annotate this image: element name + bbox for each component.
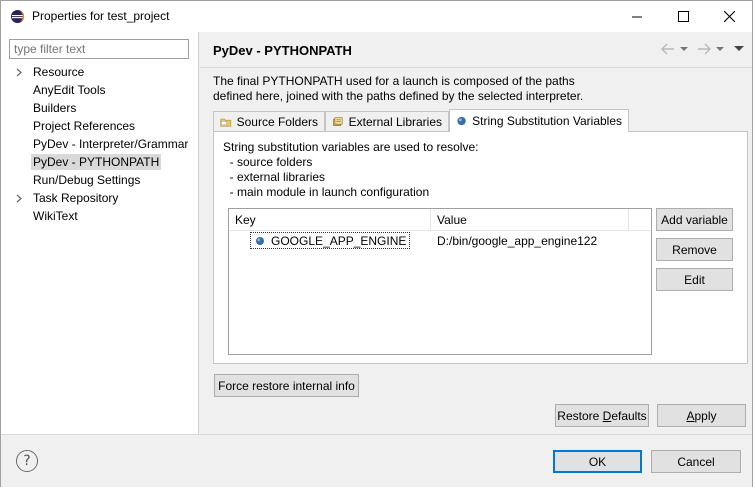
force-restore-button[interactable]: Force restore internal info [214, 374, 359, 397]
page-description: The final PYTHONPATH used for a launch i… [213, 74, 743, 104]
properties-dialog: Properties for test_project Resource Any… [0, 0, 753, 487]
page-header: PyDev - PYTHONPATH [200, 32, 752, 68]
variable-key: GOOGLE_APP_ENGINE [271, 233, 407, 248]
help-icon[interactable]: ? [16, 450, 38, 472]
panel-text-line: - source folders [223, 155, 313, 169]
close-icon [723, 11, 735, 22]
button-label-part: pply [694, 408, 717, 423]
button-label-part: efaults [611, 408, 647, 423]
tree-item-label: Run/Debug Settings [33, 173, 141, 187]
tree-item-anyedit-tools[interactable]: AnyEdit Tools [1, 81, 198, 99]
tab-source-folders[interactable]: Source Folders [213, 111, 325, 132]
variable-icon [256, 236, 264, 245]
library-icon [333, 117, 343, 126]
filter-input[interactable] [9, 39, 189, 59]
tab-label: Source Folders [236, 115, 318, 129]
tree-item-project-references[interactable]: Project References [1, 117, 198, 135]
panel-text-line: - external libraries [223, 170, 326, 184]
panel-text-line: - main module in launch configuration [223, 185, 430, 199]
forward-arrow-icon[interactable] [696, 42, 712, 56]
cancel-button[interactable]: Cancel [651, 450, 741, 473]
title-bar: Properties for test_project [1, 1, 752, 32]
panel-text-line: String substitution variables are used t… [223, 140, 479, 154]
window-title: Properties for test_project [32, 9, 170, 23]
tree-item-label: AnyEdit Tools [33, 83, 106, 97]
panel-description: String substitution variables are used t… [223, 140, 478, 200]
tab-panel-string-substitution: String substitution variables are used t… [213, 131, 748, 364]
tree-item-label: Builders [33, 101, 77, 115]
ok-button[interactable]: OK [553, 450, 642, 473]
view-menu-icon[interactable] [734, 46, 744, 52]
tree-item-label: Project References [33, 119, 136, 133]
mnemonic-letter: D [602, 408, 612, 423]
navigation-pane: Resource AnyEdit Tools Builders Project … [1, 32, 199, 434]
table-cell-key[interactable]: GOOGLE_APP_ENGINE [250, 232, 411, 249]
back-dropdown-icon[interactable] [680, 46, 688, 52]
maximize-icon [677, 11, 689, 22]
tree-item-task-repository[interactable]: Task Repository [1, 189, 198, 207]
eclipse-icon [10, 9, 25, 24]
forward-dropdown-icon[interactable] [716, 46, 724, 52]
tree-item-label: Resource [33, 65, 85, 79]
dialog-button-bar: ? OK Cancel [1, 434, 752, 487]
tree-item-label: PyDev - PYTHONPATH [31, 154, 162, 170]
table-row[interactable]: GOOGLE_APP_ENGINE D:/bin/google_app_engi… [229, 231, 651, 251]
tree-item-pydev-interpreter-grammar[interactable]: PyDev - Interpreter/Grammar [1, 135, 198, 153]
mnemonic-letter: A [686, 408, 695, 423]
variable-icon [457, 116, 466, 126]
description-line: defined here, joined with the paths defi… [213, 89, 584, 103]
variables-table[interactable]: Key Value GOOGLE_APP_ENGINE D:/bin/googl… [228, 208, 652, 355]
tree-item-label: PyDev - Interpreter/Grammar [33, 137, 189, 151]
back-arrow-icon[interactable] [660, 42, 676, 56]
apply-button[interactable]: Apply [657, 404, 746, 427]
remove-button[interactable]: Remove [656, 238, 733, 261]
source-folder-icon [220, 118, 232, 127]
restore-defaults-button[interactable]: Restore Defaults [555, 404, 649, 427]
maximize-button[interactable] [660, 1, 706, 32]
add-variable-button[interactable]: Add variable [656, 208, 733, 231]
tab-label: External Libraries [348, 115, 442, 129]
column-header-key[interactable]: Key [229, 209, 431, 231]
minimize-button[interactable] [614, 1, 660, 32]
tree-item-run-debug-settings[interactable]: Run/Debug Settings [1, 171, 198, 189]
page-title: PyDev - PYTHONPATH [213, 43, 352, 58]
property-tree: Resource AnyEdit Tools Builders Project … [1, 63, 198, 225]
tree-item-resource[interactable]: Resource [1, 63, 198, 81]
table-header: Key Value [229, 209, 651, 231]
tree-item-label: Task Repository [33, 191, 119, 205]
tab-label: String Substitution Variables [472, 114, 622, 128]
column-header-value[interactable]: Value [431, 209, 629, 231]
tab-string-substitution-variables[interactable]: String Substitution Variables [449, 109, 629, 132]
expand-chevron-icon[interactable] [16, 63, 26, 81]
description-line: The final PYTHONPATH used for a launch i… [213, 74, 575, 88]
expand-chevron-icon[interactable] [16, 189, 26, 207]
edit-button[interactable]: Edit [656, 268, 733, 291]
tree-item-builders[interactable]: Builders [1, 99, 198, 117]
tree-item-wikitext[interactable]: WikiText [1, 207, 198, 225]
button-label-part: Restore [557, 408, 603, 423]
tab-external-libraries[interactable]: External Libraries [325, 111, 449, 132]
minimize-icon [631, 16, 642, 18]
property-page: PyDev - PYTHONPATH The final PYTHONPATH … [200, 32, 752, 434]
tree-item-label: WikiText [33, 209, 78, 223]
close-button[interactable] [706, 1, 752, 32]
table-cell-value[interactable]: D:/bin/google_app_engine122 [437, 234, 597, 248]
history-navigation [660, 42, 744, 56]
tree-item-pydev-pythonpath[interactable]: PyDev - PYTHONPATH [1, 153, 198, 171]
